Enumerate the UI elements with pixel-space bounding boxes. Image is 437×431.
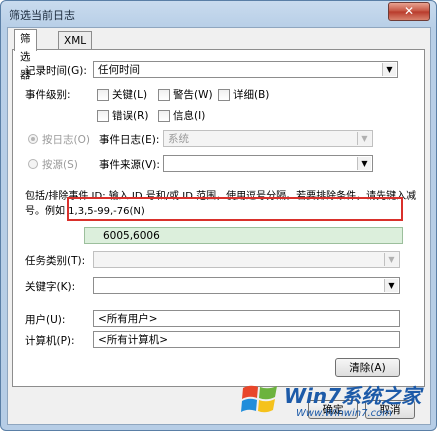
error-checkbox[interactable]: [97, 110, 109, 122]
by-log-radio[interactable]: [28, 134, 38, 144]
chevron-down-icon: ▼: [384, 253, 398, 266]
dialog-window: 筛选当前日志 ✕ 筛选器 XML 记录时间(G): 任何时间 ▼ 事件级别: 关…: [0, 0, 437, 431]
window-title: 筛选当前日志: [9, 9, 75, 22]
event-ids-value: 6005,6006: [103, 230, 160, 242]
information-label: 信息(I): [173, 110, 206, 122]
tab-filter[interactable]: 筛选器: [14, 29, 37, 81]
error-label: 错误(R): [112, 110, 149, 122]
logged-value: 任何时间: [98, 64, 140, 76]
computer-label: 计算机(P):: [25, 335, 75, 347]
warning-checkbox[interactable]: [158, 89, 170, 101]
computer-input[interactable]: <所有计算机>: [93, 331, 400, 348]
user-label: 用户(U):: [25, 314, 66, 326]
user-input[interactable]: <所有用户>: [93, 310, 400, 327]
event-ids-highlight: [67, 197, 403, 221]
critical-checkbox[interactable]: [97, 89, 109, 101]
event-logs-value: 系统: [168, 133, 189, 145]
by-source-radio[interactable]: [28, 159, 38, 169]
by-log-label: 按日志(O): [42, 134, 90, 146]
dialog-client-area: 筛选器 XML 记录时间(G): 任何时间 ▼ 事件级别: 关键(L) 警告(W…: [7, 27, 431, 425]
task-category-select[interactable]: ▼: [93, 251, 400, 268]
event-sources-select[interactable]: ▼: [163, 155, 373, 172]
title-bar[interactable]: 筛选当前日志 ✕: [1, 1, 436, 27]
critical-label: 关键(L): [112, 89, 148, 101]
watermark-url: Www.Winwin7.com: [296, 408, 392, 419]
keywords-select[interactable]: ▼: [93, 277, 400, 294]
event-level-label: 事件级别:: [25, 89, 71, 101]
chevron-down-icon: ▼: [382, 63, 396, 76]
clear-button[interactable]: 清除(A): [335, 358, 400, 377]
by-source-label: 按源(S): [42, 159, 78, 171]
watermark-logo: Win7系统之家 Www.Winwin7.com: [240, 378, 436, 430]
computer-value: <所有计算机>: [98, 334, 169, 346]
information-checkbox[interactable]: [158, 110, 170, 122]
watermark-brand: Win7系统之家: [284, 384, 422, 408]
tab-xml[interactable]: XML: [58, 31, 93, 50]
event-logs-label: 事件日志(E):: [99, 134, 160, 146]
event-ids-input[interactable]: 6005,6006: [84, 227, 403, 244]
verbose-checkbox[interactable]: [218, 89, 230, 101]
event-sources-label: 事件来源(V):: [99, 159, 160, 171]
windows-flag-icon: [241, 385, 277, 413]
event-logs-select[interactable]: 系统 ▼: [163, 130, 373, 147]
logged-select[interactable]: 任何时间 ▼: [93, 61, 398, 78]
keywords-label: 关键字(K):: [25, 281, 76, 293]
chevron-down-icon: ▼: [357, 132, 371, 145]
chevron-down-icon: ▼: [357, 157, 371, 170]
user-value: <所有用户>: [98, 313, 158, 325]
close-button[interactable]: ✕: [388, 2, 430, 21]
logged-label: 记录时间(G):: [25, 65, 87, 77]
task-category-label: 任务类别(T):: [25, 255, 86, 267]
chevron-down-icon: ▼: [384, 279, 398, 292]
warning-label: 警告(W): [173, 89, 213, 101]
verbose-label: 详细(B): [233, 89, 270, 101]
